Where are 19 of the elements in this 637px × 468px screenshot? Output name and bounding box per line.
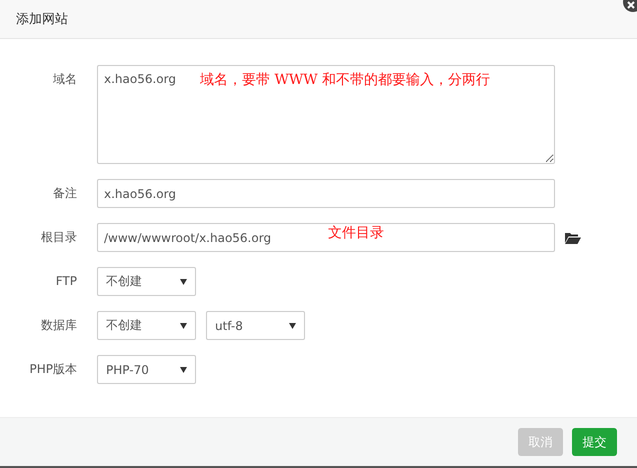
dropdown-select[interactable]: 不创建 — [97, 267, 196, 296]
field-label: FTP — [54, 273, 78, 290]
annotation-note: 文件目录 — [328, 224, 384, 242]
field-label: 域名 — [52, 71, 78, 88]
text-input[interactable]: x.hao56.org — [97, 179, 555, 208]
field-label: 根目录 — [40, 229, 78, 246]
caret-icon — [289, 322, 296, 328]
field-label: 备注 — [52, 185, 78, 202]
dialog-title: 添加网站 — [16, 11, 68, 28]
field-label: 数据库 — [40, 317, 78, 334]
caret-icon — [180, 278, 187, 284]
dropdown-select[interactable]: PHP-70 — [97, 355, 196, 384]
dropdown-select[interactable]: 不创建 — [97, 311, 196, 340]
caret-icon — [180, 366, 187, 372]
caret-icon — [180, 322, 187, 328]
annotation-note: 域名，要带 WWW 和不带的都要输入，分两行 — [200, 71, 490, 89]
dropdown-select[interactable]: utf-8 — [206, 311, 305, 340]
folder-icon[interactable] — [565, 232, 581, 244]
field-label: PHP版本 — [28, 361, 78, 378]
